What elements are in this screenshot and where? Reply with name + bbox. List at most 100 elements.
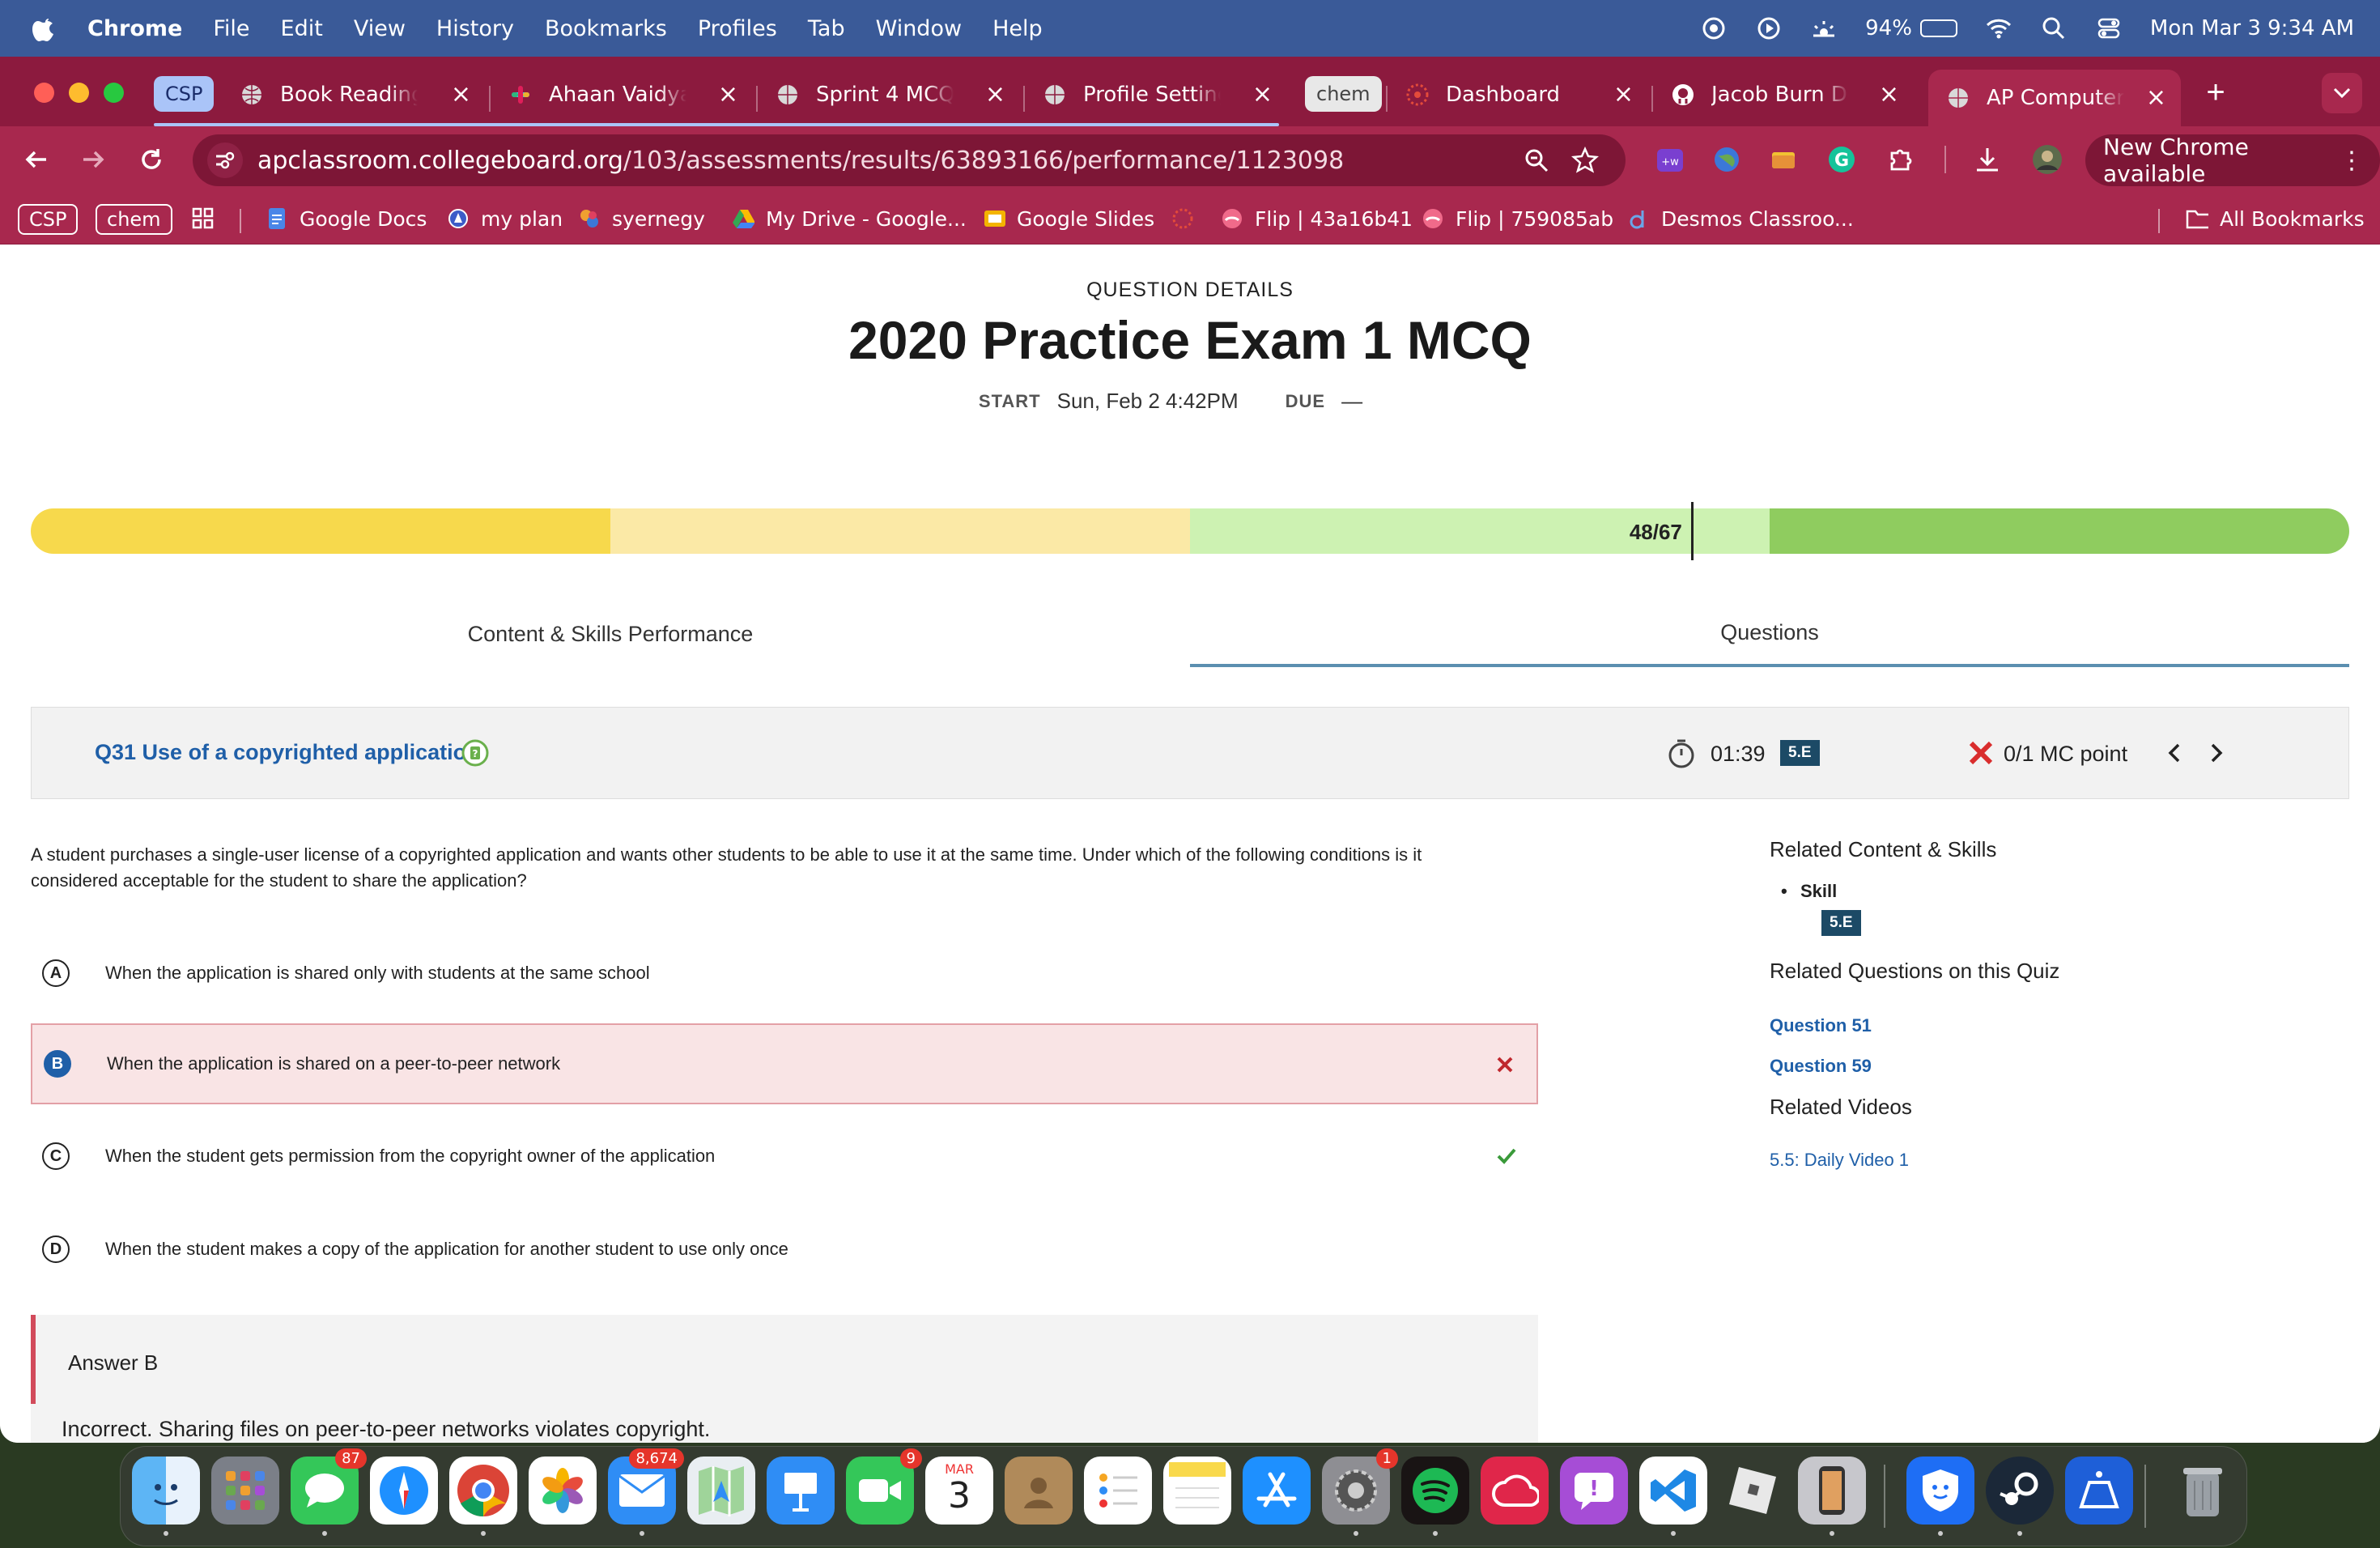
finder-icon[interactable] <box>132 1457 200 1525</box>
close-tab-icon[interactable]: × <box>1252 83 1273 107</box>
tab-dashboard[interactable]: Dashboard × <box>1405 70 1634 120</box>
launchpad-icon[interactable] <box>211 1457 279 1525</box>
mail-icon[interactable]: 8,674 <box>608 1448 684 1525</box>
creative-cloud-icon[interactable] <box>1481 1457 1549 1525</box>
play-icon[interactable] <box>1755 15 1783 42</box>
profile-avatar[interactable] <box>2029 141 2066 178</box>
bookmark-google-slides[interactable]: Google Slides <box>983 204 1154 233</box>
related-question-link[interactable]: Question 59 <box>1770 1056 1872 1077</box>
zoom-window-button[interactable] <box>104 83 124 103</box>
tab-search-button[interactable] <box>2322 73 2362 113</box>
spotlight-search-icon[interactable] <box>2040 15 2068 42</box>
new-chrome-available-button[interactable]: New Chrome available ⋮ <box>2085 134 2380 187</box>
iphone-mirroring-icon[interactable] <box>1798 1457 1866 1525</box>
maps-icon[interactable] <box>687 1457 755 1525</box>
choice-a[interactable]: A When the application is shared only wi… <box>31 933 1538 1014</box>
vscode-icon[interactable] <box>1639 1457 1707 1525</box>
menu-window[interactable]: Window <box>876 16 962 41</box>
bookmark-flip-2[interactable]: Flip | 759085ab <box>1422 204 1613 233</box>
tab-questions[interactable]: Questions <box>1190 601 2349 667</box>
chrome-icon[interactable] <box>449 1457 517 1525</box>
reload-button[interactable] <box>131 139 172 180</box>
tab-ahaan-vaidyanathan[interactable]: Ahaan Vaidyanathan × <box>508 70 738 120</box>
tab-group-chem[interactable]: chem <box>1305 76 1382 112</box>
bookmark-flip-1[interactable]: Flip | 43a16b41 <box>1221 204 1413 233</box>
bookmark-my-drive[interactable]: My Drive - Google... <box>732 204 967 233</box>
control-center-icon[interactable] <box>2095 15 2123 42</box>
menu-file[interactable]: File <box>213 16 249 41</box>
menu-bookmarks[interactable]: Bookmarks <box>545 16 667 41</box>
close-tab-icon[interactable]: × <box>2146 86 2166 110</box>
menu-tab[interactable]: Tab <box>808 16 845 41</box>
photos-icon[interactable] <box>529 1457 597 1525</box>
system-settings-icon[interactable]: 1 <box>1322 1448 1398 1525</box>
bookmark-canvas[interactable] <box>1171 204 1205 233</box>
close-tab-icon[interactable]: × <box>1879 83 1899 107</box>
feedback-icon[interactable]: ! <box>1560 1457 1628 1525</box>
bookmark-my-plan[interactable]: my plan <box>447 204 563 233</box>
brightness-icon[interactable] <box>1810 15 1838 42</box>
focus-icon[interactable] <box>1700 15 1728 42</box>
tab-sprint-4-mcq-blog[interactable]: Sprint 4 MCQ Blog × <box>776 70 1005 120</box>
tab-content-skills-performance[interactable]: Content & Skills Performance <box>31 601 1190 667</box>
facetime-icon[interactable]: 9 <box>846 1448 922 1525</box>
tab-book-reading-list[interactable]: Book Reading List × <box>240 70 471 120</box>
related-video-link[interactable]: 5.5: Daily Video 1 <box>1770 1150 1909 1171</box>
bookmark-star-icon[interactable] <box>1569 144 1601 176</box>
all-bookmarks-button[interactable]: All Bookmarks <box>2186 204 2365 233</box>
menu-help[interactable]: Help <box>992 16 1043 41</box>
tab-ap-computer-science[interactable]: AP Computer Science × <box>1928 70 2181 126</box>
related-question-link[interactable]: Question 51 <box>1770 1015 1872 1036</box>
battery-status[interactable]: 94% <box>1865 16 1957 40</box>
bookmark-syernegy[interactable]: syernegy <box>578 204 705 233</box>
menu-view[interactable]: View <box>354 16 406 41</box>
choice-b[interactable]: B When the application is shared on a pe… <box>31 1023 1538 1104</box>
zoom-icon[interactable] <box>1520 144 1553 176</box>
messages-icon[interactable]: 87 <box>291 1448 367 1525</box>
back-button[interactable] <box>16 139 57 180</box>
more-menu-icon[interactable]: ⋮ <box>2340 147 2364 175</box>
reminders-icon[interactable] <box>1084 1457 1152 1525</box>
forward-button[interactable] <box>73 139 113 180</box>
extension-globe-icon[interactable] <box>1708 141 1745 178</box>
menu-profiles[interactable]: Profiles <box>698 16 777 41</box>
grammarly-icon[interactable]: G <box>1823 141 1860 178</box>
calendar-icon[interactable]: MAR 3 <box>925 1457 993 1525</box>
site-info-icon[interactable] <box>207 142 243 178</box>
menu-app-chrome[interactable]: Chrome <box>87 16 182 41</box>
choice-d[interactable]: D When the student makes a copy of the a… <box>31 1209 1538 1290</box>
wifi-icon[interactable] <box>1985 15 2012 42</box>
bookmark-desmos[interactable]: Desmos Classroo... <box>1627 204 1854 233</box>
extension-rewordify-icon[interactable]: +w <box>1651 141 1689 178</box>
steam-icon[interactable] <box>1986 1457 2054 1525</box>
new-tab-button[interactable]: + <box>2195 74 2236 111</box>
bookmark-google-docs[interactable]: Google Docs <box>266 204 427 233</box>
tab-group-csp[interactable]: CSP <box>154 76 215 112</box>
close-tab-icon[interactable]: × <box>451 83 471 107</box>
screen-sharing-icon[interactable] <box>2065 1457 2133 1525</box>
minimize-window-button[interactable] <box>69 83 89 103</box>
choice-c[interactable]: C When the student gets permission from … <box>31 1116 1538 1197</box>
trash-icon[interactable] <box>2169 1457 2237 1525</box>
close-tab-icon[interactable]: × <box>985 83 1005 107</box>
spotify-icon[interactable] <box>1401 1457 1469 1525</box>
notes-icon[interactable] <box>1163 1457 1231 1525</box>
clock[interactable]: Mon Mar 3 9:34 AM <box>2150 16 2354 40</box>
contacts-icon[interactable] <box>1005 1457 1073 1525</box>
apps-grid-icon[interactable] <box>191 204 215 233</box>
close-window-button[interactable] <box>34 83 54 103</box>
extension-folder-icon[interactable] <box>1765 141 1802 178</box>
bookmark-group-csp[interactable]: CSP <box>18 204 79 235</box>
safari-icon[interactable] <box>370 1457 438 1525</box>
apple-menu-icon[interactable] <box>31 15 58 42</box>
tab-profile-settings[interactable]: Profile Settings | × <box>1043 70 1273 120</box>
tab-jacob-burn-down[interactable]: Jacob Burn Down × <box>1671 70 1899 120</box>
bitdefender-shield-icon[interactable] <box>1906 1457 1974 1525</box>
address-bar[interactable]: apclassroom.collegeboard.org/103/assessm… <box>193 134 1626 186</box>
bookmark-group-chem[interactable]: chem <box>96 204 172 235</box>
close-tab-icon[interactable]: × <box>718 83 738 107</box>
menu-history[interactable]: History <box>436 16 514 41</box>
extensions-puzzle-icon[interactable] <box>1883 141 1920 178</box>
close-tab-icon[interactable]: × <box>1613 83 1634 107</box>
next-question-icon[interactable] <box>2201 738 2230 768</box>
